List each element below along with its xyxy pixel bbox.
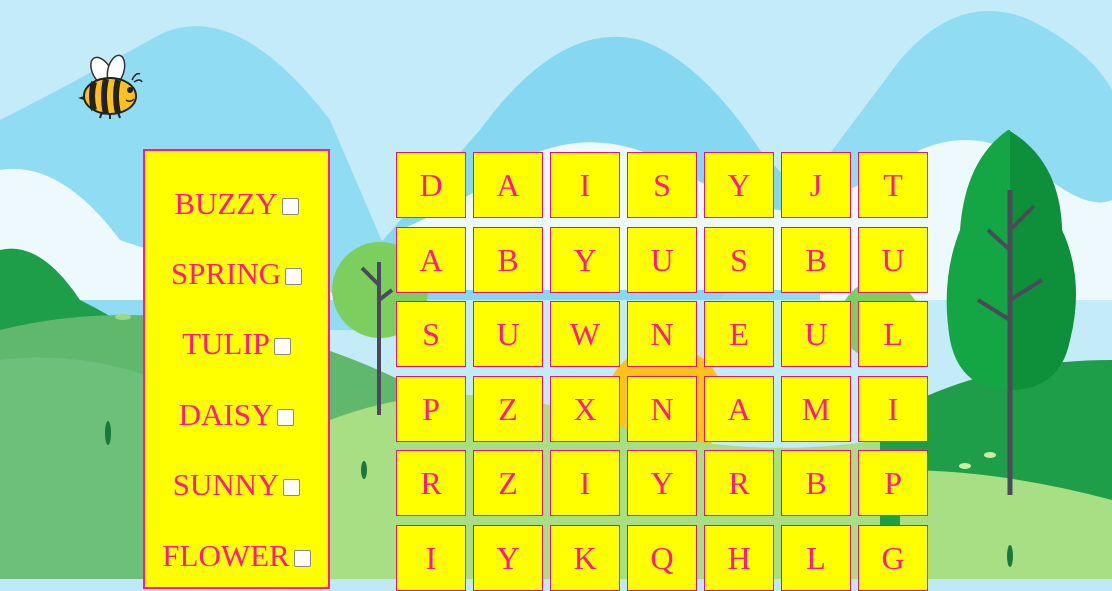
- letter-cell[interactable]: D: [396, 152, 466, 218]
- word-label: FLOWER: [162, 538, 290, 573]
- word-label: DAISY: [178, 397, 274, 432]
- grass-mark: [984, 452, 996, 458]
- word-label: SUNNY: [172, 467, 280, 502]
- letter-cell[interactable]: M: [781, 376, 851, 442]
- word-found-checkbox[interactable]: [281, 198, 299, 215]
- letter-cell[interactable]: Y: [550, 227, 620, 293]
- hill-front-left: [0, 357, 160, 579]
- word-found-checkbox[interactable]: [283, 479, 301, 496]
- word-found-checkbox[interactable]: [273, 338, 291, 355]
- letter-cell[interactable]: P: [396, 376, 466, 442]
- bee-icon: [78, 54, 143, 119]
- letter-cell[interactable]: W: [550, 301, 620, 367]
- letter-cell[interactable]: Q: [627, 525, 697, 591]
- letter-cell[interactable]: A: [704, 376, 774, 442]
- letter-cell[interactable]: X: [550, 376, 620, 442]
- word-found-checkbox[interactable]: [293, 550, 311, 567]
- letter-cell[interactable]: I: [858, 376, 928, 442]
- letter-cell[interactable]: L: [781, 525, 851, 591]
- letter-cell[interactable]: L: [858, 301, 928, 367]
- letter-cell[interactable]: I: [550, 450, 620, 516]
- letter-cell[interactable]: J: [781, 152, 851, 218]
- letter-cell[interactable]: N: [627, 376, 697, 442]
- word-list-item: FLOWER: [145, 540, 328, 571]
- word-list-item: TULIP: [145, 328, 328, 359]
- letter-cell[interactable]: B: [781, 450, 851, 516]
- letter-cell[interactable]: U: [781, 301, 851, 367]
- grass-mark: [959, 463, 971, 469]
- letter-cell[interactable]: E: [704, 301, 774, 367]
- grass-mark: [105, 421, 111, 445]
- letter-cell[interactable]: Y: [704, 152, 774, 218]
- letter-cell[interactable]: U: [473, 301, 543, 367]
- grass-mark: [1007, 545, 1013, 567]
- letter-cell[interactable]: S: [396, 301, 466, 367]
- word-label: TULIP: [182, 326, 270, 361]
- word-label: BUZZY: [174, 186, 278, 221]
- grass-mark: [361, 461, 367, 479]
- letter-cell[interactable]: G: [858, 525, 928, 591]
- word-label: SPRING: [170, 256, 282, 291]
- word-list-panel: BUZZY SPRING TULIP DAISY SUNNY FLOWER: [143, 149, 330, 589]
- letter-cell[interactable]: Y: [627, 450, 697, 516]
- letter-cell[interactable]: I: [396, 525, 466, 591]
- letter-cell[interactable]: N: [627, 301, 697, 367]
- letter-cell[interactable]: B: [473, 227, 543, 293]
- letter-cell[interactable]: H: [704, 525, 774, 591]
- letter-cell[interactable]: Z: [473, 376, 543, 442]
- word-list-item: SUNNY: [145, 469, 328, 500]
- letter-cell[interactable]: P: [858, 450, 928, 516]
- letter-cell[interactable]: U: [858, 227, 928, 293]
- word-found-checkbox[interactable]: [277, 409, 295, 426]
- letter-cell[interactable]: I: [550, 152, 620, 218]
- letter-cell[interactable]: R: [704, 450, 774, 516]
- word-list-item: SPRING: [145, 258, 328, 289]
- letter-cell[interactable]: S: [627, 152, 697, 218]
- letter-cell[interactable]: A: [473, 152, 543, 218]
- letter-cell[interactable]: A: [396, 227, 466, 293]
- letter-cell[interactable]: Y: [473, 525, 543, 591]
- letter-cell[interactable]: Z: [473, 450, 543, 516]
- grass-mark: [115, 314, 131, 320]
- letter-cell[interactable]: K: [550, 525, 620, 591]
- letter-cell[interactable]: S: [704, 227, 774, 293]
- word-list-item: BUZZY: [145, 188, 328, 219]
- word-found-checkbox[interactable]: [285, 268, 303, 285]
- letter-cell[interactable]: B: [781, 227, 851, 293]
- letter-cell[interactable]: U: [627, 227, 697, 293]
- word-list-item: DAISY: [145, 399, 328, 430]
- letter-cell[interactable]: R: [396, 450, 466, 516]
- letter-cell[interactable]: T: [858, 152, 928, 218]
